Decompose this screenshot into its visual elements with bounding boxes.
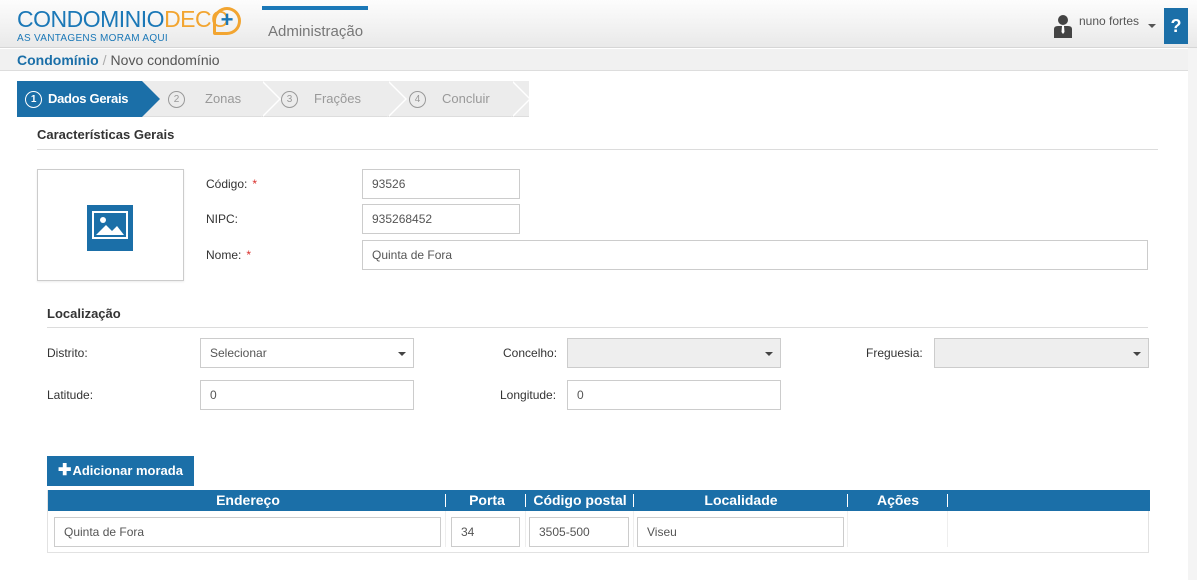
column-header-porta: Porta: [469, 492, 505, 508]
latitude-label: Latitude:: [47, 388, 94, 402]
step-number: 3: [281, 91, 298, 109]
cell-separator: [633, 511, 634, 547]
wizard-step-dados-gerais[interactable]: 1 Dados Gerais: [17, 81, 142, 117]
step-number: 2: [168, 91, 185, 109]
breadcrumb-separator: /: [102, 52, 107, 68]
app-header: CONDOMINIODECO + AS VANTAGENS MORAM AQUI…: [0, 0, 1197, 48]
section-indicator: [262, 6, 368, 10]
plus-icon: ✚: [58, 462, 72, 479]
column-header-codigo-postal: Código postal: [533, 492, 627, 508]
required-mark: *: [246, 248, 252, 262]
app-logo[interactable]: CONDOMINIODECO + AS VANTAGENS MORAM AQUI: [17, 7, 247, 45]
step-divider: [511, 81, 529, 117]
nome-label: Nome: *: [206, 248, 252, 262]
step-label: Zonas: [205, 91, 242, 106]
logo-tagline: AS VANTAGENS MORAM AQUI: [17, 33, 168, 44]
image-icon: [87, 205, 133, 251]
endereco-input[interactable]: Quinta de Fora: [54, 517, 441, 547]
page-scrollbar[interactable]: [1188, 48, 1197, 580]
concelho-select[interactable]: [567, 338, 781, 368]
wizard-step-fracoes[interactable]: 3 Frações: [281, 81, 401, 117]
section-divider: [47, 327, 1148, 328]
step-divider: [387, 81, 405, 117]
breadcrumb-current: Novo condomínio: [110, 52, 220, 68]
step-number: 4: [409, 91, 426, 109]
localidade-input[interactable]: Viseu: [637, 517, 844, 547]
logo-plus-icon: +: [213, 7, 241, 35]
cell-separator: [525, 511, 526, 547]
column-header-localidade: Localidade: [704, 492, 778, 508]
step-label: Dados Gerais: [48, 91, 129, 106]
freguesia-select[interactable]: [934, 338, 1149, 368]
location-section-title: Localização: [47, 306, 121, 321]
nipc-label: NIPC:: [206, 212, 239, 226]
column-separator: [847, 494, 848, 507]
latitude-input[interactable]: [200, 380, 414, 410]
column-separator: [947, 494, 948, 507]
column-separator: [525, 494, 526, 507]
help-button[interactable]: ?: [1164, 8, 1188, 44]
step-label: Concluir: [442, 91, 490, 106]
section-divider: [37, 149, 1158, 150]
column-separator: [633, 494, 634, 507]
codigo-label: Código: *: [206, 177, 258, 191]
chevron-down-icon: [398, 352, 406, 356]
step-divider: [261, 81, 279, 117]
required-mark: *: [252, 177, 258, 191]
chevron-down-icon: [1133, 352, 1141, 356]
user-icon: [1054, 15, 1072, 38]
chevron-down-icon: [1148, 24, 1156, 28]
logo-wordmark: CONDOMINIODECO: [17, 6, 229, 32]
section-title[interactable]: Administração: [268, 23, 363, 40]
chevron-down-icon: [765, 352, 773, 356]
table-header: Endereço Porta Código postal Localidade …: [48, 490, 1150, 511]
nipc-input[interactable]: [362, 204, 520, 234]
address-table: Endereço Porta Código postal Localidade …: [47, 490, 1150, 553]
longitude-label: Longitude:: [500, 388, 557, 402]
cell-separator: [445, 511, 446, 547]
step-label: Frações: [314, 91, 361, 106]
breadcrumb: Condomínio / Novo condomínio: [0, 49, 1197, 71]
image-upload[interactable]: [37, 169, 184, 281]
nome-input[interactable]: [362, 240, 1148, 270]
codigo-postal-input[interactable]: 3505-500: [529, 517, 629, 547]
step-arrow: [142, 81, 160, 117]
user-name: nuno fortes: [1079, 14, 1140, 28]
add-address-button[interactable]: ✚Adicionar morada: [47, 456, 194, 486]
distrito-value: Selecionar: [210, 346, 267, 360]
column-header-acoes: Ações: [876, 492, 920, 508]
codigo-input[interactable]: [362, 169, 520, 199]
concelho-label: Concelho:: [503, 346, 558, 360]
column-header-endereco: Endereço: [216, 492, 280, 508]
breadcrumb-root[interactable]: Condomínio: [17, 52, 99, 68]
longitude-input[interactable]: [567, 380, 781, 410]
porta-input[interactable]: 34: [451, 517, 520, 547]
add-address-label: Adicionar morada: [72, 463, 183, 478]
cell-separator: [847, 511, 848, 547]
step-number: 1: [25, 91, 42, 109]
distrito-select[interactable]: Selecionar: [200, 338, 414, 368]
cell-separator: [947, 511, 948, 547]
distrito-label: Distrito:: [47, 346, 88, 360]
column-separator: [445, 494, 446, 507]
wizard-filler: [529, 81, 1165, 117]
wizard-steps: 1 Dados Gerais 2 Zonas 3 Frações 4 Concluir: [17, 81, 1165, 117]
general-section-title: Características Gerais: [37, 127, 175, 142]
freguesia-label: Freguesia:: [866, 346, 923, 360]
